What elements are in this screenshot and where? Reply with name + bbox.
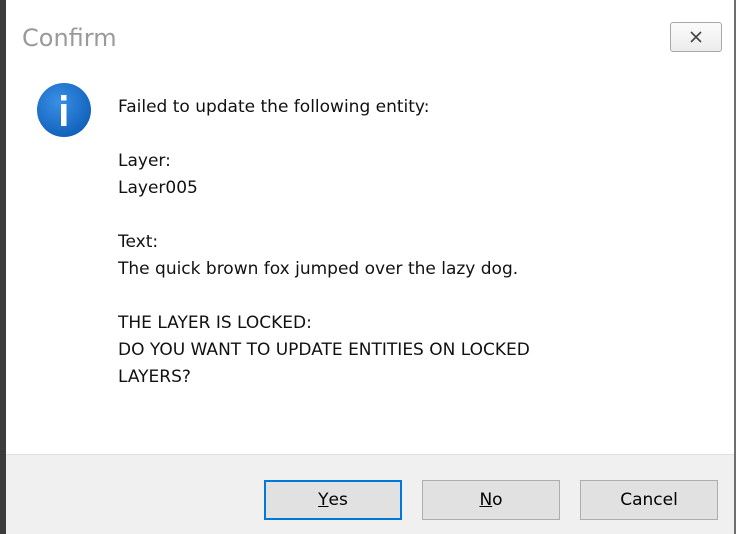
yes-mnemonic: Y [318, 490, 329, 510]
layer-value: Layer005 [118, 178, 198, 198]
text-label: Text: [118, 232, 159, 252]
no-button[interactable]: No [422, 480, 560, 520]
no-label-rest: o [492, 490, 503, 510]
confirm-dialog: Confirm Failed to update the following e… [0, 0, 736, 534]
window-title: Confirm [22, 24, 117, 52]
warning-line-1: THE LAYER IS LOCKED: [118, 313, 312, 333]
yes-label-rest: es [328, 490, 348, 510]
title-bar[interactable]: Confirm [6, 0, 734, 80]
no-mnemonic: N [479, 490, 493, 510]
close-icon [690, 31, 702, 43]
layer-label: Layer: [118, 151, 171, 171]
close-button[interactable] [670, 22, 722, 52]
message-text: Failed to update the following entity: L… [118, 94, 718, 391]
warning-line-2: DO YOU WANT TO UPDATE ENTITIES ON LOCKED [118, 340, 530, 360]
message-intro: Failed to update the following entity: [118, 97, 430, 117]
cancel-button[interactable]: Cancel [580, 480, 718, 520]
yes-button[interactable]: Yes [264, 480, 402, 520]
button-bar: Yes No Cancel [6, 454, 734, 534]
text-value: The quick brown fox jumped over the lazy… [118, 259, 519, 279]
dialog-content: Failed to update the following entity: L… [6, 80, 734, 452]
info-icon [37, 83, 91, 137]
warning-line-3: LAYERS? [118, 367, 191, 387]
